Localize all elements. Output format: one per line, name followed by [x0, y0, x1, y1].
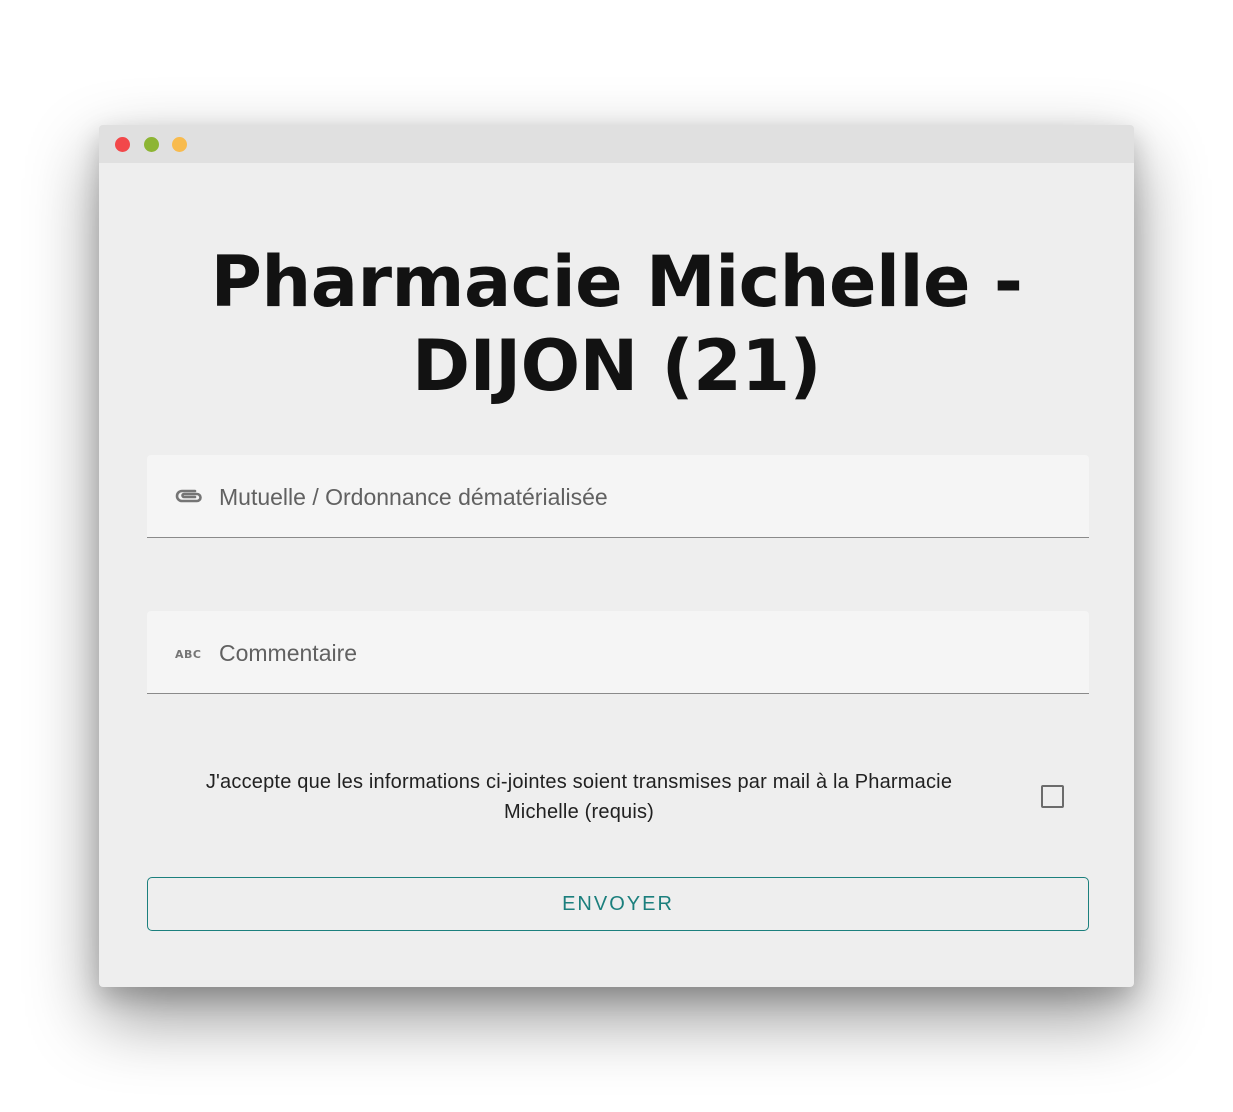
paperclip-icon — [173, 483, 205, 511]
minimize-window-button[interactable] — [144, 137, 159, 152]
page-title-line-1: Pharmacie Michelle - — [210, 241, 1023, 323]
comment-input[interactable]: ABC Commentaire — [147, 611, 1089, 694]
svg-text:ABC: ABC — [175, 648, 201, 661]
attachment-upload-field[interactable]: Mutuelle / Ordonnance dématérialisée — [147, 455, 1089, 538]
attachment-field-label: Mutuelle / Ordonnance dématérialisée — [219, 484, 608, 510]
app-window: Pharmacie Michelle - DIJON (21) Mutuelle… — [99, 125, 1134, 987]
page-title-line-2: DIJON (21) — [411, 325, 822, 407]
abc-icon: ABC — [173, 639, 205, 667]
consent-label: J'accepte que les informations ci-jointe… — [205, 771, 953, 823]
close-window-button[interactable] — [115, 137, 130, 152]
consent-checkbox[interactable] — [1041, 785, 1064, 808]
maximize-window-button[interactable] — [172, 137, 187, 152]
send-button[interactable]: ENVOYER — [147, 877, 1089, 931]
window-titlebar — [99, 125, 1134, 163]
consent-row: J'accepte que les informations ci-jointe… — [147, 765, 1089, 827]
page-title: Pharmacie Michelle - DIJON (21) — [99, 240, 1134, 408]
comment-field-label: Commentaire — [219, 640, 358, 666]
